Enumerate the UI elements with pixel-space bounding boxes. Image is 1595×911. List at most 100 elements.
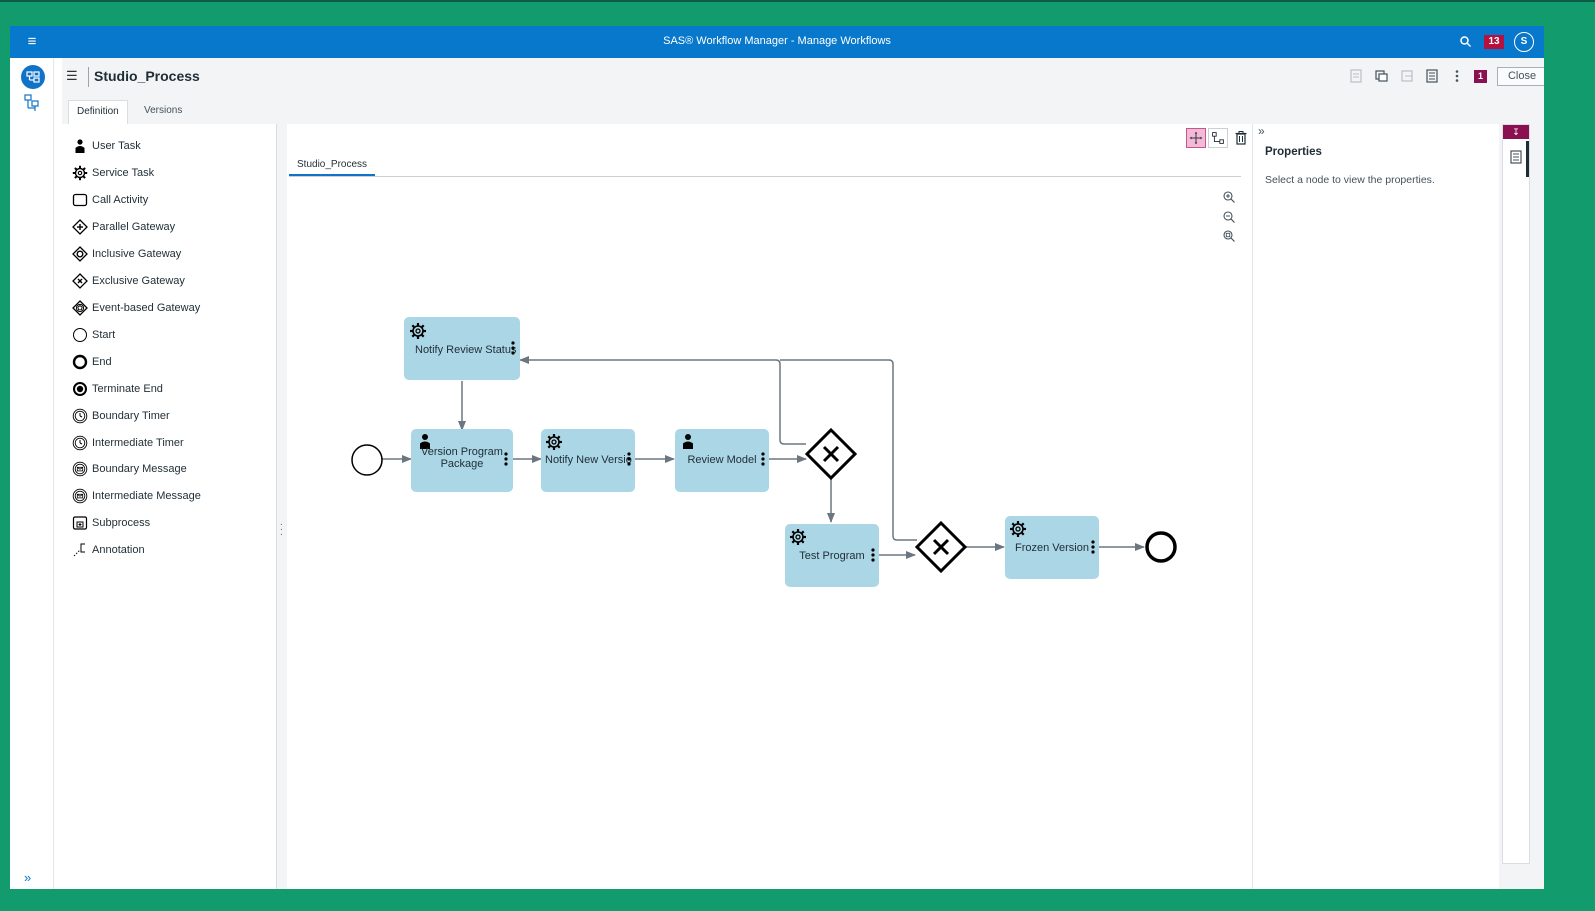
palette-item-label: Intermediate Timer — [92, 437, 184, 449]
annotation-icon — [73, 543, 85, 557]
page-tabs: Definition Versions — [62, 94, 1544, 124]
subprocess-icon — [72, 516, 88, 530]
task-notify-new-version[interactable]: Notify New Versio — [541, 429, 635, 492]
palette-item-annotation[interactable]: Annotation — [72, 540, 145, 560]
task-review-model[interactable]: Review Model — [675, 429, 769, 492]
document-icon[interactable] — [1348, 68, 1364, 84]
app-title: SAS® Workflow Manager - Manage Workflows — [663, 35, 891, 47]
task-test-program[interactable]: Test Program — [785, 524, 879, 587]
copy-icon[interactable] — [1374, 68, 1390, 84]
list-icon[interactable]: ☰ — [66, 68, 82, 84]
inclusive-gateway-icon — [72, 246, 88, 262]
exclusive-gateway-2[interactable] — [914, 520, 968, 574]
properties-document-icon[interactable] — [1508, 149, 1524, 165]
active-indicator — [1526, 141, 1529, 177]
palette-item-service-task[interactable]: Service Task — [72, 163, 154, 183]
task-notify-review-status[interactable]: Notify Review Status — [404, 317, 520, 380]
palette-item-exclusive-gateway[interactable]: Exclusive Gateway — [72, 271, 185, 291]
exclusive-gateway-icon — [72, 273, 88, 289]
call-activity-icon — [72, 193, 88, 207]
palette-item-label: Terminate End — [92, 383, 163, 395]
task-label: Frozen Version — [1015, 542, 1089, 554]
palette-item-call-activity[interactable]: Call Activity — [72, 190, 148, 210]
event-based-gateway-icon — [72, 300, 88, 316]
search-icon[interactable] — [1458, 34, 1474, 50]
page-title: Studio_Process — [94, 68, 200, 84]
palette-item-label: Exclusive Gateway — [92, 275, 185, 287]
task-label: Test Program — [799, 550, 864, 562]
exclusive-gateway-1[interactable] — [804, 427, 858, 481]
palette-item-label: User Task — [92, 140, 141, 152]
palette-item-label: Subprocess — [92, 517, 151, 529]
start-event[interactable] — [351, 444, 383, 476]
left-nav-rail: » — [10, 58, 54, 889]
right-side-strip: ↧ — [1502, 124, 1530, 864]
palette-item-start[interactable]: Start — [72, 325, 115, 345]
more-options-icon[interactable] — [1449, 68, 1465, 84]
main-content: ☰ Studio_Process 1 Close Definition Vers… — [62, 58, 1544, 889]
end-event[interactable] — [1145, 531, 1177, 563]
palette-item-inclusive-gateway[interactable]: Inclusive Gateway — [72, 244, 181, 264]
palette-item-boundary-timer[interactable]: Boundary Timer — [72, 406, 170, 426]
palette-item-label: Service Task — [92, 167, 155, 179]
pin-icon[interactable]: ↧ — [1503, 125, 1529, 139]
palette-item-label: Parallel Gateway — [92, 221, 176, 233]
task-menu-icon[interactable] — [761, 452, 765, 466]
collapse-panel-icon[interactable]: » — [1258, 124, 1265, 138]
workflow-definitions-nav-icon[interactable] — [23, 93, 43, 113]
boundary-timer-icon — [72, 408, 88, 424]
palette-item-label: Annotation — [92, 544, 145, 556]
details-icon[interactable] — [1424, 68, 1440, 84]
task-version-program-package[interactable]: Version Program Package — [411, 429, 513, 492]
boundary-message-icon — [72, 461, 88, 477]
palette-item-subprocess[interactable]: Subprocess — [72, 513, 150, 533]
notification-badge[interactable]: 13 — [1484, 35, 1504, 49]
task-menu-icon[interactable] — [1091, 540, 1095, 554]
service-task-icon — [72, 165, 88, 181]
palette-item-label: Boundary Timer — [92, 410, 170, 422]
page-header: ☰ Studio_Process 1 Close — [62, 58, 1544, 94]
palette-item-intermediate-timer[interactable]: Intermediate Timer — [72, 433, 184, 453]
palette-item-boundary-message[interactable]: Boundary Message — [72, 459, 187, 479]
palette-item-terminate-end[interactable]: Terminate End — [72, 379, 163, 399]
export-icon[interactable] — [1399, 68, 1415, 84]
properties-message: Select a node to view the properties. — [1265, 174, 1435, 186]
user-task-icon — [75, 139, 85, 153]
node-palette: User Task Service Task Call Activity Par… — [62, 124, 277, 889]
task-label-line1: Version Program — [421, 446, 503, 458]
palette-item-label: Intermediate Message — [92, 490, 201, 502]
palette-item-intermediate-message[interactable]: Intermediate Message — [72, 486, 201, 506]
start-event-icon — [73, 328, 87, 342]
task-label: Review Model — [687, 454, 756, 466]
header-divider — [88, 67, 89, 87]
task-label-line2: Package — [441, 458, 484, 470]
palette-item-label: Start — [92, 329, 116, 341]
properties-title: Properties — [1265, 146, 1322, 158]
task-label: Notify New Versio — [545, 454, 632, 466]
task-menu-icon[interactable] — [511, 341, 515, 355]
task-menu-icon[interactable] — [504, 452, 508, 466]
tab-versions[interactable]: Versions — [136, 100, 190, 124]
app-window: ≡ SAS® Workflow Manager - Manage Workflo… — [10, 26, 1544, 889]
task-label: Notify Review Status — [415, 344, 517, 356]
palette-item-end[interactable]: End — [72, 352, 112, 372]
terminate-end-icon — [73, 382, 87, 396]
close-button[interactable]: Close — [1497, 67, 1544, 86]
palette-resize-handle[interactable]: ... — [280, 518, 284, 538]
palette-item-user-task[interactable]: User Task — [72, 136, 141, 156]
task-frozen-version[interactable]: Frozen Version — [1005, 516, 1099, 579]
tab-definition[interactable]: Definition — [68, 100, 128, 124]
diagram-canvas[interactable]: Studio_Process Notify Review Status Vers… — [287, 124, 1252, 889]
task-menu-icon[interactable] — [871, 548, 875, 562]
properties-panel: » Properties Select a node to view the p… — [1252, 124, 1499, 889]
palette-item-label: Event-based Gateway — [92, 302, 201, 314]
task-menu-icon[interactable] — [627, 452, 631, 466]
toolbar-count-badge[interactable]: 1 — [1474, 70, 1487, 83]
workflow-manager-nav-icon[interactable] — [21, 65, 45, 89]
palette-item-label: Inclusive Gateway — [92, 248, 182, 260]
expand-nav-icon[interactable]: » — [24, 871, 42, 885]
user-avatar[interactable]: S — [1514, 32, 1534, 52]
intermediate-timer-icon — [72, 435, 88, 451]
palette-item-parallel-gateway[interactable]: Parallel Gateway — [72, 217, 175, 237]
palette-item-event-based-gateway[interactable]: Event-based Gateway — [72, 298, 200, 318]
